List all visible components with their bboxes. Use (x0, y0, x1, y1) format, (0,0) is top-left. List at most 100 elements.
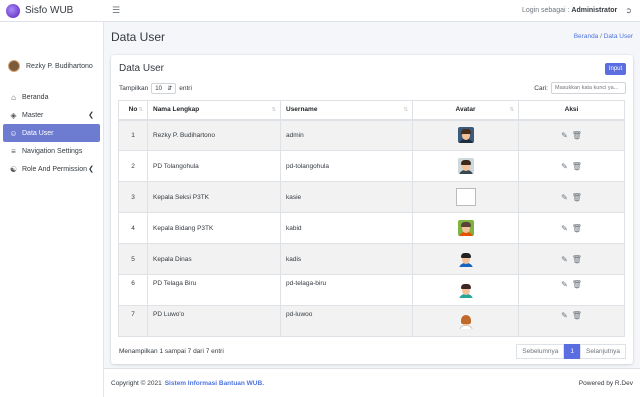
table-row: 3 Kepala Seksi P3TK kasie ✎ 🗑 (118, 181, 625, 213)
brand[interactable]: Sisfo WUB (0, 0, 104, 22)
sidebar-menu: ⌂ Beranda ◈ Master ❮ ☺ Data User ≡ Navig… (0, 88, 103, 178)
pagination-prev[interactable]: Sebelumnya (516, 344, 565, 359)
cell-avatar (412, 243, 519, 275)
menu-icon: ≡ (11, 146, 16, 156)
column-header-aksi: Aksi (518, 100, 625, 121)
user-avatar-image (457, 158, 474, 174)
users-table: No ⇅ Nama Lengkap ⇅ Username ⇅ Avatar ⇅ Aksi… (118, 100, 625, 337)
user-name: Rezky P. Budihartono (26, 62, 93, 70)
breadcrumb-current: Data User (603, 33, 633, 40)
cell-no: 5 (118, 243, 148, 275)
sidebar-item-label: Data User (22, 129, 54, 137)
input-button[interactable]: Input (605, 63, 626, 75)
cell-no: 2 (118, 150, 148, 182)
edit-icon[interactable]: ✎ (561, 311, 568, 320)
column-header-label: Nama Lengkap (153, 106, 200, 114)
chevron-left-icon: ❮ (88, 112, 94, 119)
cell-avatar (412, 212, 519, 244)
edit-icon[interactable]: ✎ (561, 224, 568, 233)
brand-logo-icon (6, 3, 20, 18)
sidebar-item-role-and-permission[interactable]: ☯ Role And Permission ❮ (3, 160, 100, 178)
cell-no: 7 (118, 305, 148, 337)
sidebar-item-navigation-settings[interactable]: ≡ Navigation Settings (3, 142, 100, 160)
column-header-name[interactable]: Nama Lengkap ⇅ (147, 100, 281, 121)
footer-powered: Powered by R.Dev (578, 379, 633, 387)
chevron-left-icon: ❮ (88, 166, 94, 173)
edit-icon[interactable]: ✎ (561, 131, 568, 140)
column-header-avatar[interactable]: Avatar ⇅ (412, 100, 519, 121)
cell-name: Kepala Bidang P3TK (147, 212, 281, 244)
select-arrows-icon: ⇵ (167, 86, 173, 92)
edit-icon[interactable]: ✎ (561, 193, 568, 202)
user-avatar-image (457, 127, 474, 144)
table-row: 7 PD Luwo'o pd-luwoo ✎ 🗑 (118, 305, 625, 337)
trash-icon[interactable]: 🗑 (572, 311, 582, 320)
user-panel[interactable]: Rezky P. Budihartono (0, 22, 103, 78)
cell-avatar (412, 119, 519, 151)
edit-icon[interactable]: ✎ (561, 255, 568, 264)
cell-avatar (412, 274, 519, 306)
cell-no: 3 (118, 181, 148, 213)
cell-no: 6 (118, 274, 148, 306)
column-header-no[interactable]: No ⇅ (118, 100, 148, 121)
sort-icon: ⇅ (509, 107, 514, 113)
search-control: Cari: (534, 82, 626, 94)
column-header-label: No (128, 106, 138, 114)
pagination-next[interactable]: Selanjutnya (580, 344, 626, 359)
logout-icon[interactable]: ➲ (625, 6, 632, 15)
data-user-card: Data User Input Tampilkan 10 ⇵ entri Car… (111, 55, 633, 364)
column-header-username[interactable]: Username ⇅ (280, 100, 413, 121)
login-prefix: Login sebagai : (521, 7, 570, 14)
layers-icon: ◈ (10, 110, 17, 120)
card-title: Data User (119, 63, 165, 74)
sidebar-item-label: Master (22, 111, 44, 119)
cell-username: pd-luwoo (280, 305, 413, 337)
edit-icon[interactable]: ✎ (561, 280, 568, 289)
sort-icon: ⇅ (271, 107, 276, 113)
sidebar-item-label: Beranda (22, 93, 49, 101)
search-input[interactable] (551, 82, 626, 94)
table-row: 4 Kepala Bidang P3TK kabid ✎ 🗑 (118, 212, 625, 244)
trash-icon[interactable]: 🗑 (572, 255, 582, 264)
user-icon: ☺ (9, 128, 18, 138)
cell-name: PD Tolangohula (147, 150, 281, 182)
trash-icon[interactable]: 🗑 (572, 280, 582, 289)
cell-actions: ✎ 🗑 (518, 150, 625, 182)
trash-icon[interactable]: 🗑 (572, 162, 582, 171)
breadcrumb-home[interactable]: Beranda (574, 33, 599, 40)
cell-no: 4 (118, 212, 148, 244)
sidebar-item-label: Navigation Settings (22, 147, 83, 155)
edit-icon[interactable]: ✎ (561, 162, 568, 171)
cell-username: kadis (280, 243, 413, 275)
table-header-row: No ⇅ Nama Lengkap ⇅ Username ⇅ Avatar ⇅ Aksi (118, 100, 625, 121)
sidebar-item-label: Role And Permission (22, 165, 87, 173)
sort-icon: ⇅ (138, 107, 143, 113)
pagination-page[interactable]: 1 (564, 344, 581, 359)
sidebar-item-beranda[interactable]: ⌂ Beranda (3, 88, 100, 106)
length-select[interactable]: 10 ⇵ (151, 83, 177, 94)
cell-name: PD Luwo'o (147, 305, 281, 337)
user-avatar-image (457, 220, 474, 236)
trash-icon[interactable]: 🗑 (572, 193, 582, 202)
pagination: Sebelumnya 1 Selanjutnya (516, 344, 626, 359)
user-avatar-image (458, 282, 474, 298)
cell-avatar (412, 150, 519, 182)
user-avatar-image (458, 313, 474, 329)
sidebar-item-data-user[interactable]: ☺ Data User (3, 124, 100, 142)
avatar (8, 60, 20, 72)
hamburger-icon[interactable]: ☰ (112, 5, 120, 16)
trash-icon[interactable]: 🗑 (572, 224, 582, 233)
column-header-label: Username (286, 106, 318, 114)
cell-avatar (412, 305, 519, 337)
trash-icon[interactable]: 🗑 (572, 131, 582, 140)
table-row: 1 Rezky P. Budihartono admin ✎ 🗑 (118, 119, 625, 151)
cell-name: Kepala Seksi P3TK (147, 181, 281, 213)
sidebar-item-master[interactable]: ◈ Master ❮ (3, 106, 100, 124)
cell-name: Rezky P. Budihartono (147, 119, 281, 151)
breadcrumb: Beranda / Data User (574, 33, 633, 40)
cell-avatar (412, 181, 519, 213)
footer-link[interactable]: Sistem Informasi Bantuan WUB. (165, 380, 264, 387)
brand-name: Sisfo WUB (25, 5, 74, 16)
user-avatar-image (458, 251, 474, 267)
users-icon: ☯ (9, 164, 18, 174)
